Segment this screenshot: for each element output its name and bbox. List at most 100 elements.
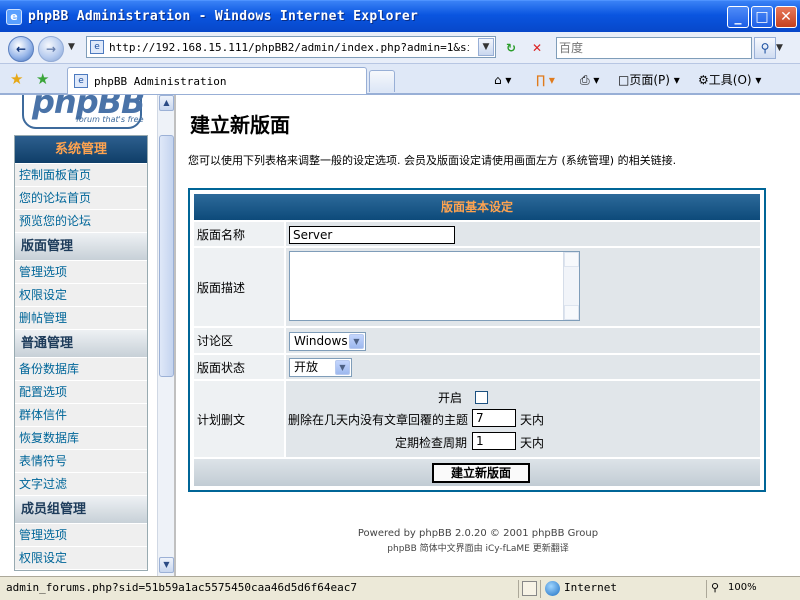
zoom-magnifier-icon[interactable]: ⚲ xyxy=(711,581,726,596)
link-forum-index[interactable]: 您的论坛首页 xyxy=(15,187,147,210)
row-auto-prune: 计划删文 开启 删除在几天内没有文章回覆的主题 7 天内 定期检查周期 1 天内 xyxy=(194,381,760,457)
page-icon: e xyxy=(90,40,104,54)
forum-status-label: 版面状态 xyxy=(194,355,284,379)
page-menu[interactable]: □页面(P) ▾ xyxy=(618,70,680,90)
favorites-star-icon[interactable]: ★ xyxy=(10,70,23,88)
section-general-admin: 普通管理 xyxy=(15,330,147,358)
minimize-button[interactable]: _ xyxy=(727,6,749,28)
forum-name-input[interactable]: Server xyxy=(289,226,455,244)
search-box[interactable] xyxy=(556,37,752,59)
search-icon[interactable]: ⚲ xyxy=(754,37,776,59)
refresh-icon[interactable]: ↻ xyxy=(500,38,522,58)
footer-powered-by: Powered by phpBB 2.0.20 © 2001 phpBB Gro… xyxy=(357,528,599,539)
section-system-admin: 系统管理 xyxy=(15,136,147,164)
forum-status-dropdown-icon[interactable]: ▼ xyxy=(335,360,350,375)
link-restore-db[interactable]: 恢复数据库 xyxy=(15,427,147,450)
status-separator xyxy=(518,580,519,598)
status-separator xyxy=(706,580,707,598)
forum-settings-form: 版面基本设定 版面名称 Server 版面描述 讨论区 Windows ▼ 版面… xyxy=(188,188,766,492)
prune-days-label: 删除在几天内没有文章回覆的主题 xyxy=(288,413,469,427)
category-cell: Windows ▼ xyxy=(286,328,760,353)
stop-icon[interactable]: ✕ xyxy=(526,38,548,58)
link-admin-index[interactable]: 控制面板首页 xyxy=(15,164,147,187)
link-word-censor[interactable]: 文字过滤 xyxy=(15,473,147,496)
sidebar-scrollbar[interactable]: ▲ ▼ xyxy=(157,95,174,576)
window-title: phpBB Administration - Windows Internet … xyxy=(28,9,419,24)
address-url[interactable]: http://192.168.15.111/phpBB2/admin/index… xyxy=(109,41,469,54)
forum-name-label: 版面名称 xyxy=(194,222,284,246)
category-select[interactable]: Windows ▼ xyxy=(289,332,366,351)
feeds-icon[interactable]: ∏ ▾ xyxy=(536,70,555,90)
section-group-admin: 成员组管理 xyxy=(15,496,147,524)
row-forum-name: 版面名称 Server xyxy=(194,222,760,246)
internet-zone-icon xyxy=(545,581,560,596)
tools-menu[interactable]: ⚙工具(O) ▾ xyxy=(698,70,761,90)
admin-sidebar-frame: phpBB forum that's free 系统管理 控制面板首页 您的论坛… xyxy=(0,95,176,576)
link-forum-prune[interactable]: 删帖管理 xyxy=(15,307,147,330)
link-group-permissions[interactable]: 权限设定 xyxy=(15,547,147,570)
add-favorites-icon[interactable]: ★ xyxy=(36,70,49,88)
admin-menu: 系统管理 控制面板首页 您的论坛首页 预览您的论坛 版面管理 管理选项 权限设定… xyxy=(14,135,148,571)
address-bar[interactable]: e http://192.168.15.111/phpBB2/admin/ind… xyxy=(86,36,496,58)
prune-enable-label: 开启 xyxy=(438,391,463,405)
category-dropdown-icon[interactable]: ▼ xyxy=(349,334,364,349)
textarea-scroll-down[interactable] xyxy=(564,305,579,320)
forum-description-label: 版面描述 xyxy=(194,248,284,326)
print-icon[interactable]: ⎙ ▾ xyxy=(580,70,599,90)
address-dropdown-icon[interactable]: ▼ xyxy=(478,38,494,56)
search-dropdown-icon[interactable]: ▼ xyxy=(776,43,783,53)
forum-status-selected-value: 开放 xyxy=(294,360,319,374)
section-forum-admin: 版面管理 xyxy=(15,233,147,261)
status-url: admin_forums.php?sid=51b59a1ac5575450caa… xyxy=(6,581,357,594)
link-group-manage[interactable]: 管理选项 xyxy=(15,524,147,547)
textarea-scrollbar[interactable] xyxy=(563,252,579,320)
link-forum-manage[interactable]: 管理选项 xyxy=(15,261,147,284)
form-header: 版面基本设定 xyxy=(194,194,760,220)
tab-phpbb-admin[interactable]: e phpBB Administration xyxy=(67,67,367,94)
tools-menu-label: 工具(O) xyxy=(708,73,752,87)
link-forum-permissions[interactable]: 权限设定 xyxy=(15,284,147,307)
forum-status-select[interactable]: 开放 ▼ xyxy=(289,358,352,377)
close-button[interactable]: ✕ xyxy=(775,6,797,28)
phpbb-logo[interactable]: phpBB forum that's free xyxy=(22,95,145,129)
page-intro: 您可以使用下列表格来调整一般的设定选项. 会员及版面设定请使用画面左方 (系统管… xyxy=(188,154,677,167)
tab-page-icon: e xyxy=(74,74,88,88)
link-mass-email[interactable]: 群体信件 xyxy=(15,404,147,427)
link-smilies[interactable]: 表情符号 xyxy=(15,450,147,473)
scroll-thumb[interactable] xyxy=(159,135,174,377)
prune-days-unit: 天内 xyxy=(520,413,545,427)
scroll-up-arrow-icon[interactable]: ▲ xyxy=(159,95,174,111)
window-titlebar: e phpBB Administration - Windows Interne… xyxy=(0,0,800,32)
scroll-down-arrow-icon[interactable]: ▼ xyxy=(159,557,174,573)
zoom-level[interactable]: 100% xyxy=(728,582,757,593)
page-menu-label: 页面(P) xyxy=(629,73,670,87)
search-input[interactable] xyxy=(559,39,749,57)
category-selected-value: Windows xyxy=(294,334,348,348)
new-tab-button[interactable] xyxy=(369,70,395,92)
forward-button[interactable]: → xyxy=(38,36,64,62)
link-backup-db[interactable]: 备份数据库 xyxy=(15,358,147,381)
row-forum-description: 版面描述 xyxy=(194,248,760,326)
home-icon[interactable]: ⌂ ▾ xyxy=(494,70,511,90)
history-dropdown-icon[interactable]: ▼ xyxy=(68,42,75,52)
link-configuration[interactable]: 配置选项 xyxy=(15,381,147,404)
back-button[interactable]: ← xyxy=(8,36,34,62)
prune-days-input[interactable]: 7 xyxy=(472,409,516,427)
admin-main-frame: 建立新版面 您可以使用下列表格来调整一般的设定选项. 会员及版面设定请使用画面左… xyxy=(178,95,800,576)
status-bar: admin_forums.php?sid=51b59a1ac5575450caa… xyxy=(0,576,800,600)
maximize-button[interactable]: □ xyxy=(751,6,773,28)
forum-description-textarea[interactable] xyxy=(289,251,580,321)
prune-frequency-label: 定期检查周期 xyxy=(395,436,468,450)
auto-prune-label: 计划删文 xyxy=(194,381,284,457)
prune-enable-checkbox[interactable] xyxy=(475,391,488,404)
prune-frequency-input[interactable]: 1 xyxy=(472,432,516,450)
create-forum-button[interactable]: 建立新版面 xyxy=(432,463,530,483)
forum-name-cell: Server xyxy=(286,222,760,246)
ie-icon: e xyxy=(6,9,22,25)
textarea-scroll-up[interactable] xyxy=(564,252,579,267)
footer-translation: phpBB 简体中文界面由 iCy-fLaME 更新翻译 xyxy=(387,544,569,554)
link-preview-forum[interactable]: 预览您的论坛 xyxy=(15,210,147,233)
page-title: 建立新版面 xyxy=(190,113,290,137)
forum-status-cell: 开放 ▼ xyxy=(286,355,760,379)
browser-content: phpBB forum that's free 系统管理 控制面板首页 您的论坛… xyxy=(0,94,800,576)
